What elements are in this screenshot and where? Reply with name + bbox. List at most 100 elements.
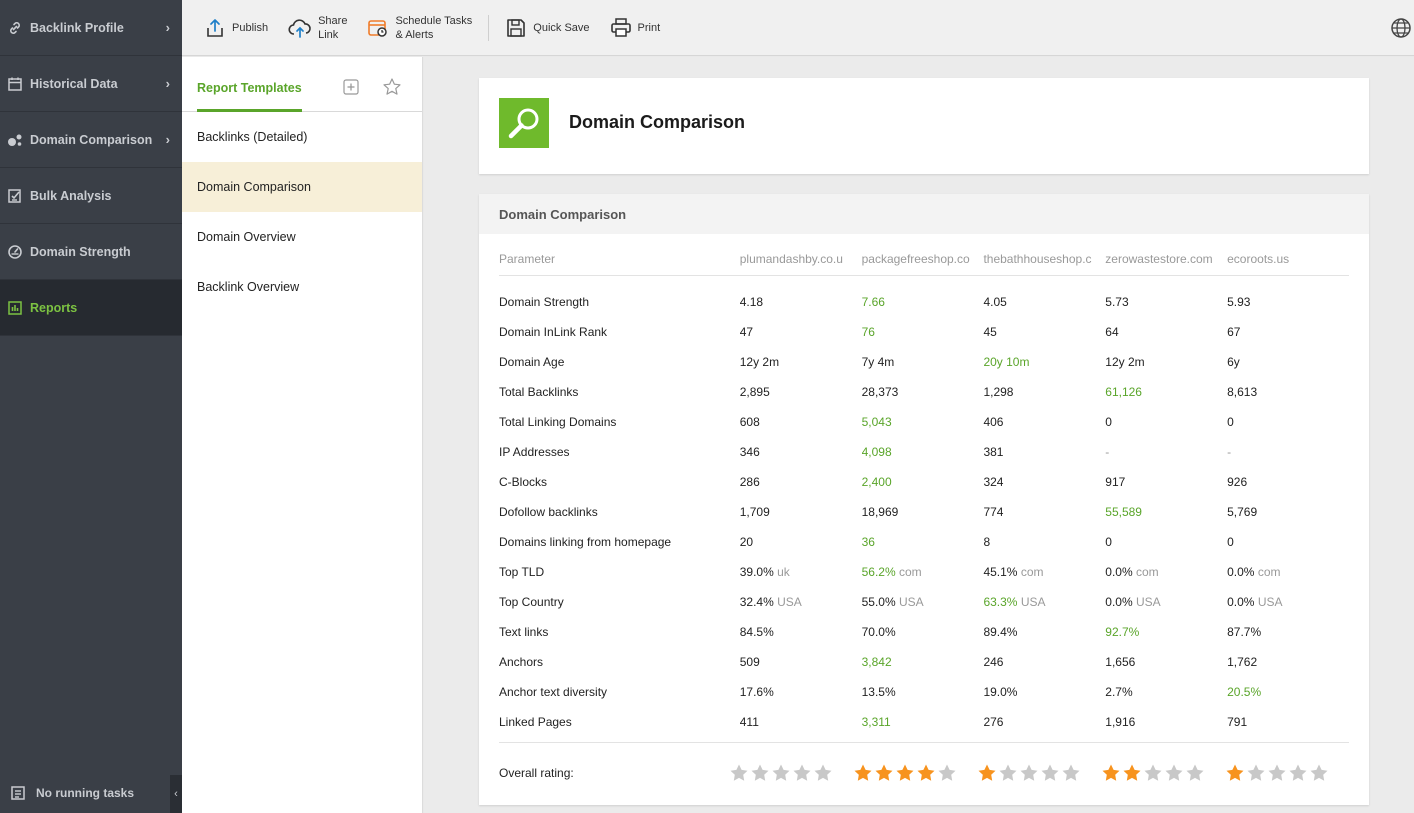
chevron-right-icon: ›	[165, 132, 170, 147]
cell-value: 4.05	[983, 295, 1007, 309]
table-header-row: Parameter plumandashby.co.u packagefrees…	[499, 252, 1349, 276]
tab-report-templates[interactable]: Report Templates	[197, 81, 302, 112]
upload-icon	[204, 17, 226, 39]
cell-suffix: USA	[1135, 595, 1161, 609]
table-row: Top Country 32.4% USA 55.0% USA 63.3% USA 0.…	[499, 587, 1349, 617]
publish-button[interactable]: Publish	[194, 0, 278, 56]
tasks-icon	[10, 785, 26, 801]
table-cell: 12y 2m	[1105, 355, 1227, 369]
sidebar-item-reports[interactable]: Reports	[0, 280, 182, 336]
table-cell: 1,916	[1105, 715, 1227, 729]
table-cell: 1,298	[983, 385, 1105, 399]
cell-value: 3,311	[861, 715, 891, 729]
share-link-button[interactable]: Share Link	[278, 0, 357, 56]
report-icon	[6, 299, 24, 317]
sidebar-item-backlink-profile[interactable]: Backlink Profile ›	[0, 0, 182, 56]
cell-value: 45	[983, 325, 997, 339]
table-cell: 89.4%	[983, 625, 1105, 639]
rating-stars	[977, 763, 1101, 783]
task-status[interactable]: No running tasks	[0, 773, 182, 813]
schedule-tasks-label: Schedule Tasks & Alerts	[395, 14, 472, 42]
parameter-name: Text links	[499, 625, 549, 639]
table-cell: 84.5%	[740, 625, 862, 639]
table-cell: 276	[983, 715, 1105, 729]
star-filled-icon	[917, 764, 935, 781]
table-row: Total Backlinks 2,895 28,373 1,298 61,126 8,6…	[499, 377, 1349, 407]
cell-value: 406	[983, 415, 1004, 429]
template-item[interactable]: Backlinks (Detailed)	[182, 112, 422, 162]
cell-value: 246	[983, 655, 1004, 669]
column-header-parameter: Parameter	[499, 252, 556, 266]
table-cell: 20y 10m	[983, 355, 1105, 369]
table-cell: 76	[862, 325, 984, 339]
cell-value: 39.0%	[739, 565, 774, 579]
cell-value: 0.0%	[1105, 565, 1133, 579]
cell-value: 3,842	[861, 655, 892, 669]
cell-value: 17.6%	[739, 685, 774, 699]
table-cell: 12y 2m	[740, 355, 862, 369]
parameter-name: Domain Age	[499, 355, 565, 369]
table-cell: 926	[1227, 475, 1349, 489]
cell-value: 7y 4m	[861, 355, 895, 369]
globe-icon[interactable]	[1390, 17, 1412, 42]
cell-value: 608	[739, 415, 760, 429]
table-cell: 63.3% USA	[983, 595, 1105, 609]
cell-value: 1,762	[1227, 655, 1258, 669]
print-label: Print	[637, 21, 661, 34]
sidebar-item-bulk-analysis[interactable]: Bulk Analysis	[0, 168, 182, 224]
favorite-star-icon[interactable]	[382, 77, 402, 100]
cell-value: 32.4%	[739, 595, 774, 609]
cell-value: 0.0%	[1227, 595, 1255, 609]
parameter-name: Dofollow backlinks	[499, 505, 598, 519]
cell-value: 346	[739, 445, 760, 459]
parameter-name: Total Linking Domains	[499, 415, 617, 429]
cell-suffix: com	[1257, 565, 1281, 579]
cell-value: 0	[1227, 535, 1234, 549]
cell-value: 8,613	[1227, 385, 1258, 399]
table-row: Linked Pages 411 3,311 276 1,916 791	[499, 707, 1349, 737]
parameter-name: Top TLD	[499, 565, 545, 579]
table-cell: 64	[1105, 325, 1227, 339]
sidebar-item-historical-data[interactable]: Historical Data ›	[0, 56, 182, 112]
template-item[interactable]: Backlink Overview	[182, 262, 422, 312]
star-empty-icon	[1020, 764, 1038, 781]
schedule-tasks-button[interactable]: Schedule Tasks & Alerts	[357, 0, 482, 56]
bubbles-icon	[6, 131, 24, 149]
sidebar-item-label: Bulk Analysis	[30, 188, 112, 203]
table-row: C-Blocks 286 2,400 324 917 926	[499, 467, 1349, 497]
table-cell: 0.0% USA	[1227, 595, 1349, 609]
cell-suffix: com	[1020, 565, 1044, 579]
parameter-name: C-Blocks	[499, 475, 548, 489]
cell-value: 13.5%	[861, 685, 896, 699]
star-empty-icon	[751, 764, 769, 781]
collapse-sidebar-button[interactable]: ‹	[170, 775, 182, 813]
report-templates-panel: Report Templates Backlinks (Detailed) Dom…	[182, 57, 423, 813]
cell-value: 1,709	[739, 505, 770, 519]
column-header-domain: packagefreeshop.co	[861, 252, 970, 266]
table-row: Text links 84.5% 70.0% 89.4% 92.7% 87.7%	[499, 617, 1349, 647]
sidebar-item-domain-strength[interactable]: Domain Strength	[0, 224, 182, 280]
cell-value: 4.18	[739, 295, 764, 309]
table-row: Domain InLink Rank 47 76 45 64 67	[499, 317, 1349, 347]
sidebar: Backlink Profile › Historical Data › Dom…	[0, 0, 182, 813]
template-item[interactable]: Domain Comparison	[182, 162, 422, 212]
star-empty-icon	[1041, 764, 1059, 781]
save-icon	[505, 17, 527, 39]
quick-save-button[interactable]: Quick Save	[495, 0, 599, 56]
section-title: Domain Comparison	[479, 194, 1369, 234]
cell-value: 381	[983, 445, 1004, 459]
table-cell: 0	[1105, 415, 1227, 429]
star-empty-icon	[814, 764, 832, 781]
add-template-icon[interactable]	[343, 79, 359, 98]
sidebar-item-domain-comparison[interactable]: Domain Comparison ›	[0, 112, 182, 168]
cell-value: 18,969	[861, 505, 899, 519]
cell-value: 19.0%	[983, 685, 1018, 699]
table-cell: 2,400	[862, 475, 984, 489]
calendar-alarm-icon	[367, 17, 389, 39]
table-cell: 0	[1105, 535, 1227, 549]
print-button[interactable]: Print	[600, 0, 671, 56]
star-filled-icon	[1123, 764, 1141, 781]
table-cell: 0.0% com	[1227, 565, 1349, 579]
template-item[interactable]: Domain Overview	[182, 212, 422, 262]
rating-stars	[853, 763, 977, 783]
